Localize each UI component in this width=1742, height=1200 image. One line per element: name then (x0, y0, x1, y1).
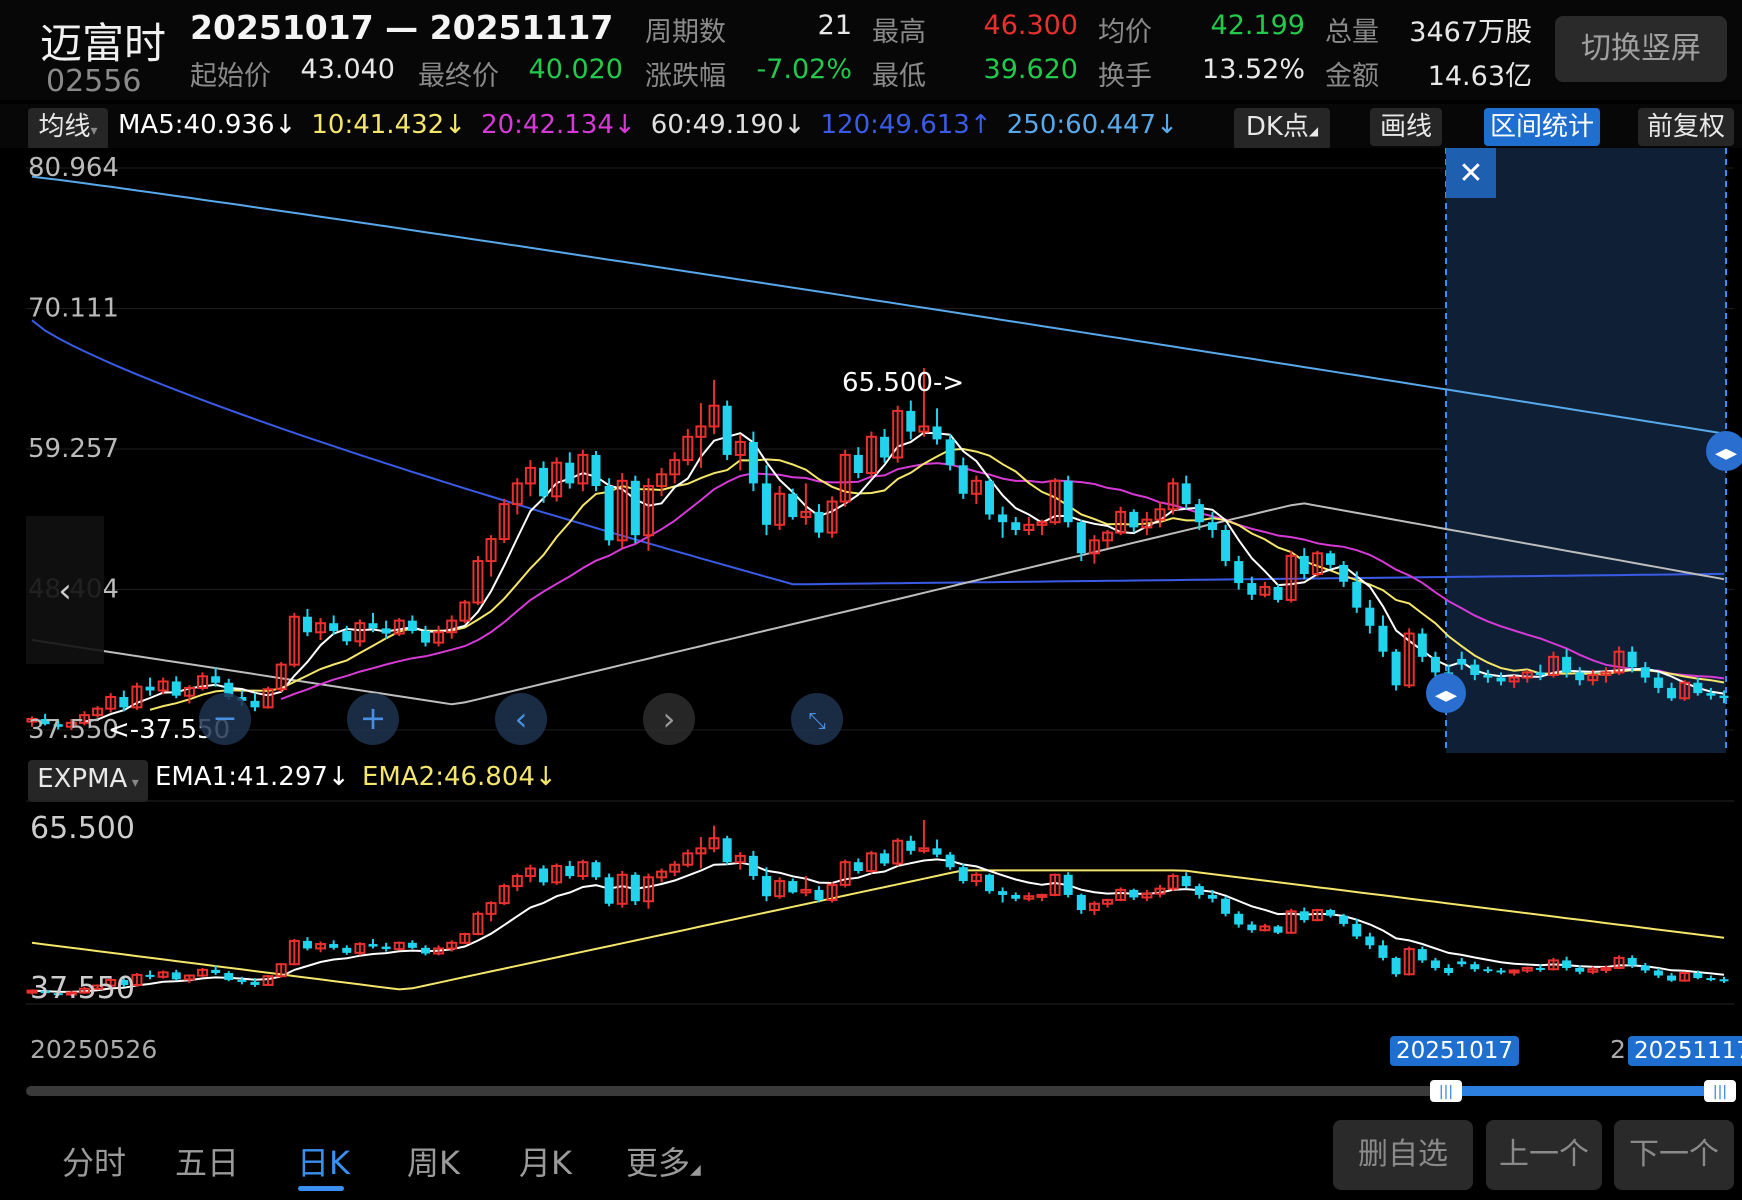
low-label: 最低 (872, 61, 926, 92)
amount-value: 14.63亿 (1427, 61, 1532, 92)
end-price-label: 最终价 (418, 61, 499, 92)
dk-point-label: DK点 (1245, 112, 1309, 142)
candle (1221, 524, 1231, 567)
periods-value: 21 (817, 10, 852, 41)
change-value: -7.02% (756, 54, 852, 85)
sub-y-bottom: 37.550 (30, 971, 135, 1006)
change-label: 涨跌幅 (645, 61, 726, 92)
candle (1391, 956, 1401, 977)
tab-more[interactable]: 更多◢ (626, 1138, 701, 1184)
avg-value: 42.199 (1210, 10, 1305, 41)
tab-more-label: 更多 (626, 1144, 691, 1182)
candle (1063, 872, 1073, 898)
ma120-value: 120:49.613↑ (820, 110, 992, 140)
active-tab-indicator (298, 1186, 344, 1191)
corner-triangle-icon: ◢ (1308, 124, 1319, 138)
candle (984, 478, 994, 520)
candle (1063, 475, 1073, 528)
candle (722, 400, 732, 461)
avg-label: 均价 (1098, 17, 1152, 48)
chevron-left-icon: ‹ (515, 700, 528, 738)
ma60-value: 60:49.190↓ (650, 110, 806, 140)
stock-name: 迈富时 (40, 19, 167, 68)
volume-label: 总量 (1325, 17, 1379, 48)
interval-stats-button[interactable]: 区间统计 (1484, 108, 1600, 146)
y-axis-label: 37.550 (28, 715, 119, 745)
amount-label: 金额 (1325, 61, 1379, 92)
tab-monthly-k[interactable]: 月K (519, 1138, 572, 1184)
volume-value: 3467万股 (1409, 17, 1532, 48)
grip-icon: ||| (1713, 1084, 1727, 1100)
tab-weekly-k[interactable]: 周K (407, 1138, 460, 1184)
selection-end-date: 20251117 (1628, 1036, 1742, 1066)
previous-stock-button[interactable]: 上一个 (1486, 1120, 1602, 1190)
drag-arrows-icon: ◂▸ (1435, 683, 1457, 708)
close-icon: ✕ (1458, 156, 1483, 191)
remove-watchlist-button[interactable]: 删自选 (1333, 1120, 1473, 1190)
quote-header: 迈富时 02556 20251017 — 20251117 起始价 43.040… (0, 0, 1742, 100)
drag-arrows-icon: ◂▸ (1715, 441, 1737, 466)
candle (722, 835, 732, 865)
ma20-value: 20:42.134↓ (481, 110, 636, 140)
periods-label: 周期数 (645, 17, 726, 48)
sub-y-top: 65.500 (30, 811, 135, 846)
high-value: 46.300 (983, 10, 1078, 41)
corner-triangle-icon: ◢ (690, 1162, 701, 1178)
turnover-value: 13.52% (1202, 54, 1305, 85)
candle (945, 434, 955, 471)
chevron-right-icon: › (663, 700, 676, 738)
ma-selector[interactable]: 均线▾ (28, 108, 108, 150)
tab-daily-k[interactable]: 日K (297, 1138, 350, 1184)
chevron-down-icon: ▾ (90, 123, 98, 139)
candle (945, 852, 955, 870)
toggle-orientation-button[interactable]: 切换竖屏 (1555, 16, 1727, 82)
candle (591, 451, 601, 492)
candle (604, 873, 614, 907)
timeline-start-date: 20250526 (30, 1035, 157, 1064)
candle (604, 478, 614, 546)
grip-icon: ||| (1439, 1084, 1453, 1100)
dk-point-button[interactable]: DK点◢ (1234, 108, 1330, 150)
candle (984, 873, 994, 894)
stock-code: 02556 (46, 64, 142, 99)
adjust-button[interactable]: 前复权 (1638, 108, 1734, 146)
candle (1273, 925, 1283, 934)
ma5-value: MA5:40.936↓ (118, 110, 297, 140)
chevron-left-icon: ‹ (58, 571, 72, 611)
y-axis-label: 70.111 (28, 293, 119, 323)
candle (1273, 584, 1283, 603)
selection-start-date: 20251017 (1390, 1036, 1520, 1066)
candle (591, 860, 601, 880)
start-price-label: 起始价 (190, 61, 271, 92)
end-price-value: 40.020 (528, 54, 623, 85)
start-price-value: 43.040 (300, 54, 395, 85)
tab-intraday[interactable]: 分时 (62, 1138, 126, 1184)
timeline-selection (1446, 1086, 1726, 1096)
next-stock-button[interactable]: 下一个 (1614, 1120, 1734, 1190)
tab-five-day[interactable]: 五日 (175, 1138, 239, 1184)
ma250-value: 250:60.447↓ (1006, 110, 1178, 140)
ma10-value: 10:41.432↓ (311, 110, 466, 140)
kline-chart[interactable]: ✕ 80.96470.11159.25748.40437.550 65.500-… (0, 148, 1742, 1118)
y-axis-label: 80.964 (28, 153, 119, 183)
low-value: 39.620 (983, 54, 1078, 85)
turnover-label: 换手 (1098, 61, 1152, 92)
ma-selector-label: 均线 (38, 112, 91, 142)
candle (630, 872, 640, 906)
draw-line-button[interactable]: 画线 (1370, 108, 1442, 146)
plus-icon: + (360, 699, 387, 737)
ma-values: MA5:40.936↓ 10:41.432↓ 20:42.134↓ 60:49.… (118, 110, 1188, 140)
candle (1221, 896, 1231, 917)
peak-annotation: 65.500-> (842, 368, 964, 398)
ma-indicator-bar: 均线▾ MA5:40.936↓ 10:41.432↓ 20:42.134↓ 60… (0, 104, 1742, 150)
date-range: 20251017 — 20251117 (190, 8, 614, 47)
high-label: 最高 (872, 17, 926, 48)
minus-icon: − (212, 701, 237, 736)
y-axis-label: 59.257 (28, 434, 119, 464)
candle (630, 475, 640, 543)
candle (1391, 649, 1401, 691)
compress-icon: ⤡ (808, 709, 826, 734)
